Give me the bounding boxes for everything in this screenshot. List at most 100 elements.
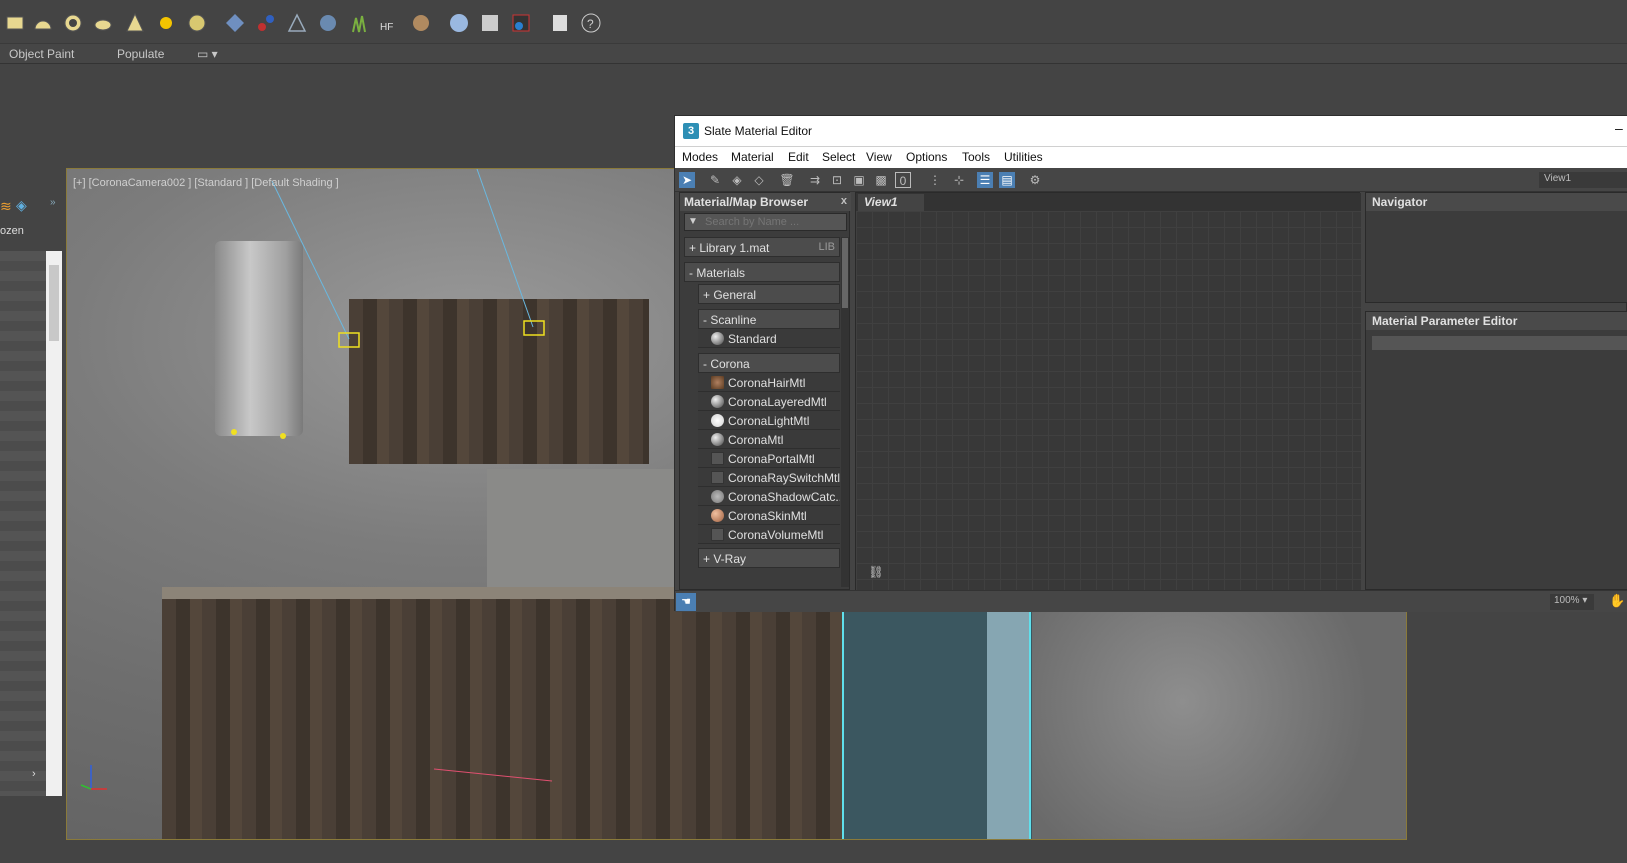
- navigator-panel: Navigator: [1365, 192, 1627, 303]
- material-label: CoronaSkinMtl: [728, 509, 807, 523]
- editor-toolbar: ➤ ✎ ◈ ◇ 🗑 ⇉ ⊡ ▣ ▩ 0 ⋮ ⊹ ☰ ▤ ⚙ View1: [675, 168, 1627, 192]
- explorer-list[interactable]: [0, 251, 46, 796]
- cone-icon[interactable]: [124, 12, 146, 34]
- hemisphere-icon[interactable]: [32, 12, 54, 34]
- material-item[interactable]: CoronaHairMtl: [698, 373, 840, 392]
- fiber-icon[interactable]: [410, 12, 432, 34]
- help-icon[interactable]: ?: [580, 12, 602, 34]
- show-background-icon[interactable]: ▩: [873, 172, 889, 188]
- menu-tools[interactable]: Tools: [962, 150, 990, 164]
- menu-material[interactable]: Material: [731, 150, 774, 164]
- eyedropper-icon[interactable]: ✎: [707, 172, 723, 188]
- view-dropdown[interactable]: View1: [1539, 172, 1627, 188]
- pick-material-icon[interactable]: ☚: [676, 593, 696, 611]
- browser-list: + Library 1.mat LIB - Materials + Genera…: [682, 237, 840, 589]
- layout-vertical-icon[interactable]: ⋮: [927, 172, 943, 188]
- expand-icon[interactable]: »: [50, 197, 56, 208]
- ribbon-options-dropdown[interactable]: ▭ ▾: [197, 47, 218, 61]
- show-map-icon[interactable]: ▣: [851, 172, 867, 188]
- parameter-editor-bar[interactable]: [1372, 336, 1627, 350]
- pan-hand-icon[interactable]: ✋: [1609, 593, 1625, 609]
- material-id-icon[interactable]: 0: [895, 172, 911, 188]
- editor-menubar: Modes Material Edit Select View Options …: [675, 147, 1627, 168]
- library-tag: LIB: [818, 241, 835, 253]
- material-item[interactable]: CoronaMtl: [698, 430, 840, 449]
- select-tool-icon[interactable]: ➤: [679, 172, 695, 188]
- angle-icon[interactable]: [286, 12, 308, 34]
- main-toolbar: HF ?: [0, 0, 1627, 44]
- viewport-label[interactable]: [+] [CoronaCamera002 ] [Standard ] [Defa…: [73, 177, 339, 189]
- material-item[interactable]: CoronaShadowCatc...: [698, 487, 840, 506]
- assign-material-icon[interactable]: ◈: [729, 172, 745, 188]
- hair-fur-icon[interactable]: HF: [379, 12, 401, 34]
- sun-icon[interactable]: [155, 12, 177, 34]
- delete-icon[interactable]: 🗑: [779, 172, 795, 188]
- material-item-standard[interactable]: Standard: [698, 329, 840, 348]
- group-corona[interactable]: - Corona: [698, 353, 840, 373]
- frozen-column-header[interactable]: ozen: [0, 225, 24, 237]
- tab-view1[interactable]: View1: [858, 194, 924, 211]
- material-label: CoronaHairMtl: [728, 376, 806, 390]
- panel-icon[interactable]: [549, 12, 571, 34]
- category-library[interactable]: + Library 1.mat LIB: [684, 237, 840, 257]
- svg-text:HF: HF: [380, 22, 393, 33]
- group-vray[interactable]: + V-Ray: [698, 548, 840, 568]
- layout-children-icon[interactable]: ⊹: [951, 172, 967, 188]
- search-options-icon[interactable]: ▼: [688, 216, 698, 227]
- group-general[interactable]: + General: [698, 284, 840, 304]
- explorer-scrollbar[interactable]: [46, 251, 62, 796]
- node-canvas[interactable]: ⛓: [856, 211, 1361, 591]
- torus-icon[interactable]: [62, 12, 84, 34]
- gear-icon[interactable]: [317, 12, 339, 34]
- category-label: + Library 1.mat: [689, 241, 770, 255]
- app-logo-icon: 3: [683, 123, 699, 139]
- material-sphere-icon: [711, 433, 724, 446]
- material-item[interactable]: CoronaPortalMtl: [698, 449, 840, 468]
- sphere-icon[interactable]: [186, 12, 208, 34]
- tab-object-paint[interactable]: Object Paint: [9, 47, 74, 61]
- material-item[interactable]: CoronaSkinMtl: [698, 506, 840, 525]
- tab-populate[interactable]: Populate: [117, 47, 164, 61]
- binoculars-icon[interactable]: ⛓: [866, 565, 886, 585]
- grass-icon[interactable]: [348, 12, 370, 34]
- plane-icon[interactable]: [4, 12, 26, 34]
- select-by-material-icon[interactable]: ⚙: [1027, 172, 1043, 188]
- material-item[interactable]: CoronaRaySwitchMtl: [698, 468, 840, 487]
- explorer-scroll-thumb[interactable]: [49, 265, 59, 341]
- group-scanline[interactable]: - Scanline: [698, 309, 840, 329]
- move-children-icon[interactable]: ⇉: [807, 172, 823, 188]
- layers-icon[interactable]: ≋: [0, 198, 12, 215]
- category-materials[interactable]: - Materials: [684, 262, 840, 282]
- material-item[interactable]: CoronaVolumeMtl: [698, 525, 840, 544]
- grid-icon[interactable]: [224, 12, 246, 34]
- zoom-dropdown[interactable]: 100% ▾: [1550, 594, 1594, 610]
- menu-select[interactable]: Select: [822, 150, 855, 164]
- teapot-icon[interactable]: [92, 12, 114, 34]
- browser-scrollbar[interactable]: [841, 237, 849, 587]
- layer-stack-icon[interactable]: ◈: [16, 197, 27, 214]
- menu-view[interactable]: View: [866, 150, 892, 164]
- render-setup-icon[interactable]: [479, 12, 501, 34]
- material-sphere-icon[interactable]: [448, 12, 470, 34]
- parameter-editor-toggle-icon[interactable]: ▤: [999, 172, 1015, 188]
- browser-close-button[interactable]: x: [841, 195, 847, 207]
- browser-scroll-thumb[interactable]: [842, 238, 848, 308]
- material-browser-toggle-icon[interactable]: ☰: [977, 172, 993, 188]
- menu-options[interactable]: Options: [906, 150, 947, 164]
- material-item[interactable]: CoronaLayeredMtl: [698, 392, 840, 411]
- menu-edit[interactable]: Edit: [788, 150, 809, 164]
- editor-titlebar[interactable]: 3 Slate Material Editor –: [675, 116, 1627, 147]
- reset-map-icon[interactable]: ◇: [751, 172, 767, 188]
- axis-gizmo: [80, 765, 107, 790]
- menu-utilities[interactable]: Utilities: [1004, 150, 1043, 164]
- lock-icon[interactable]: ⊡: [829, 172, 845, 188]
- molecule-icon[interactable]: [255, 12, 277, 34]
- minimize-button[interactable]: –: [1615, 120, 1627, 140]
- menu-modes[interactable]: Modes: [682, 150, 718, 164]
- hair-material-icon: [711, 376, 724, 389]
- material-item[interactable]: CoronaLightMtl: [698, 411, 840, 430]
- render-frame-icon[interactable]: [510, 12, 532, 34]
- material-label: CoronaRaySwitchMtl: [728, 471, 840, 485]
- search-input[interactable]: [705, 215, 845, 229]
- scroll-right-icon[interactable]: ›: [32, 768, 36, 780]
